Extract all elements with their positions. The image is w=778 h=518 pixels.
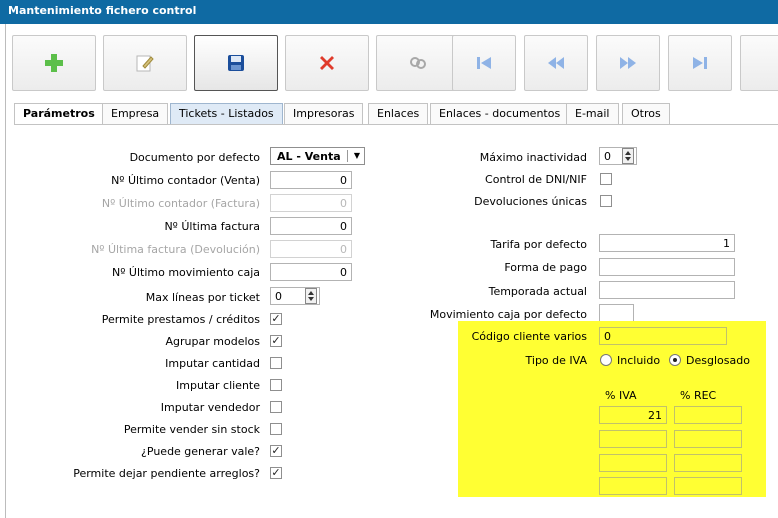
imputar-cliente-checkbox[interactable] xyxy=(270,379,282,391)
ult-mov-caja-field[interactable]: 0 xyxy=(270,263,352,281)
tipo-iva-label: Tipo de IVA xyxy=(525,354,587,367)
tab-otros[interactable]: Otros xyxy=(622,103,670,124)
chevron-down-icon: ▼ xyxy=(353,151,360,160)
documento-select[interactable]: AL - Venta ▼ xyxy=(270,147,365,165)
tab-content-divider xyxy=(14,124,778,125)
ult-factura-field[interactable]: 0 xyxy=(270,217,352,235)
incluido-label: Incluido xyxy=(617,354,661,367)
max-lineas-spinner-icon[interactable] xyxy=(305,288,317,304)
ult-factura-dev-label: Nº Última factura (Devolución) xyxy=(91,243,260,256)
imputar-vendedor-checkbox[interactable] xyxy=(270,401,282,413)
ult-mov-caja-label: Nº Último movimiento caja xyxy=(112,266,260,279)
ult-contador-factura-label: Nº Último contador (Factura) xyxy=(101,197,260,210)
edit-button[interactable] xyxy=(103,35,187,91)
vender-sin-stock-checkbox[interactable] xyxy=(270,423,282,435)
incluido-radio[interactable] xyxy=(600,354,612,366)
checkbox-label: Imputar cantidad xyxy=(165,357,260,370)
checkbox-label: Permite vender sin stock xyxy=(123,423,260,436)
ult-factura-label: Nº Última factura xyxy=(164,220,260,233)
checkbox-label: Permite dejar pendiente arreglos? xyxy=(73,467,260,480)
documento-value: AL - Venta xyxy=(277,150,341,163)
add-button[interactable] xyxy=(12,35,96,91)
last-record-button[interactable] xyxy=(668,35,732,91)
checkbox-label: Agrupar modelos xyxy=(165,335,260,348)
previous-icon xyxy=(548,57,564,69)
ult-contador-venta-label: Nº Último contador (Venta) xyxy=(111,174,260,187)
rec-cell[interactable] xyxy=(674,406,742,424)
desglosado-radio[interactable] xyxy=(669,354,681,366)
codigo-cliente-field[interactable]: 0 xyxy=(599,327,727,345)
ult-factura-dev-field: 0 xyxy=(270,240,352,258)
tab-enlaces-documentos[interactable]: Enlaces - documentos xyxy=(430,103,570,124)
pendiente-arreglos-checkbox[interactable]: ✓ xyxy=(270,467,282,479)
add-icon xyxy=(45,54,63,72)
next-icon xyxy=(620,57,636,69)
mov-caja-label: Movimiento caja por defecto xyxy=(429,308,587,321)
extra-toolbar-button[interactable] xyxy=(740,35,778,91)
agrupar-modelos-checkbox[interactable]: ✓ xyxy=(270,335,282,347)
last-icon xyxy=(693,57,707,69)
mov-caja-field[interactable] xyxy=(599,304,634,322)
max-inactividad-label: Máximo inactividad xyxy=(479,151,587,164)
temporada-label: Temporada actual xyxy=(488,285,587,298)
window-title: Mantenimiento fichero control xyxy=(0,0,778,24)
checkbox-label: Imputar cliente xyxy=(176,379,260,392)
iva-cell[interactable]: 21 xyxy=(599,406,667,424)
ult-contador-venta-field[interactable]: 0 xyxy=(270,171,352,189)
tarifa-field[interactable]: 1 xyxy=(599,234,735,252)
search-button[interactable] xyxy=(376,35,460,91)
max-inactividad-value: 0 xyxy=(604,150,611,163)
delete-icon xyxy=(320,56,334,70)
documento-label: Documento por defecto xyxy=(129,151,260,164)
imputar-cantidad-checkbox[interactable] xyxy=(270,357,282,369)
rec-column-header: % REC xyxy=(680,389,717,402)
left-frame-border xyxy=(0,24,6,518)
tab-empresa[interactable]: Empresa xyxy=(102,103,169,124)
rec-cell[interactable] xyxy=(674,454,742,472)
tab-enlaces[interactable]: Enlaces xyxy=(368,103,429,124)
rec-cell[interactable] xyxy=(674,430,742,448)
first-record-button[interactable] xyxy=(452,35,516,91)
delete-button[interactable] xyxy=(285,35,369,91)
tarifa-label: Tarifa por defecto xyxy=(490,238,587,251)
ult-contador-factura-field: 0 xyxy=(270,194,352,212)
max-inactividad-spinner-icon[interactable] xyxy=(622,148,634,164)
max-lineas-value: 0 xyxy=(275,290,282,303)
devoluciones-label: Devoluciones únicas xyxy=(474,195,587,208)
codigo-cliente-label: Código cliente varios xyxy=(471,330,587,343)
tab-tickets-listados[interactable]: Tickets - Listados xyxy=(170,103,283,124)
iva-cell[interactable] xyxy=(599,430,667,448)
tab-impresoras[interactable]: Impresoras xyxy=(284,103,364,124)
select-separator xyxy=(347,150,348,162)
prestamos-checkbox[interactable]: ✓ xyxy=(270,313,282,325)
generar-vale-checkbox[interactable]: ✓ xyxy=(270,445,282,457)
iva-cell[interactable] xyxy=(599,477,667,495)
previous-record-button[interactable] xyxy=(524,35,588,91)
desglosado-label: Desglosado xyxy=(686,354,750,367)
iva-cell[interactable] xyxy=(599,454,667,472)
first-icon xyxy=(477,57,491,69)
tab-parametros[interactable]: Parámetros xyxy=(14,103,104,125)
max-lineas-label: Max líneas por ticket xyxy=(145,291,260,304)
control-dni-label: Control de DNI/NIF xyxy=(485,173,587,186)
edit-icon xyxy=(136,55,154,72)
temporada-field[interactable] xyxy=(599,281,735,299)
forma-pago-label: Forma de pago xyxy=(504,261,587,274)
checkbox-label: Permite prestamos / créditos xyxy=(101,313,260,326)
save-button[interactable] xyxy=(194,35,278,91)
devoluciones-checkbox[interactable] xyxy=(600,195,612,207)
forma-pago-field[interactable] xyxy=(599,258,735,276)
rec-cell[interactable] xyxy=(674,477,742,495)
control-dni-checkbox[interactable] xyxy=(600,173,612,185)
save-icon xyxy=(228,55,244,71)
search-icon xyxy=(410,57,426,69)
checkbox-label: Imputar vendedor xyxy=(160,401,260,414)
checkbox-label: ¿Puede generar vale? xyxy=(141,445,260,458)
next-record-button[interactable] xyxy=(596,35,660,91)
iva-column-header: % IVA xyxy=(605,389,637,402)
tab-email[interactable]: E-mail xyxy=(566,103,619,124)
